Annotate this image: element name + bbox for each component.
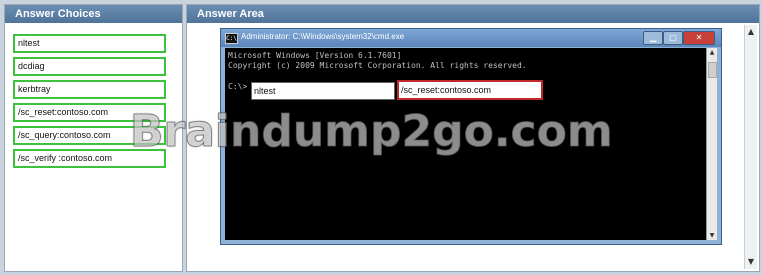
answer-area-header: Answer Area [187, 5, 759, 23]
maximize-icon[interactable]: □ [663, 31, 683, 45]
answer-choices-header: Answer Choices [5, 5, 182, 23]
watermark-text: Braindump2go.com [130, 106, 614, 158]
cmd-title-bar[interactable]: C:\ Administrator: C:\Windows\system32\c… [221, 29, 721, 47]
cmd-scroll-thumb[interactable] [708, 62, 717, 78]
choice-nltest[interactable]: nltest [13, 34, 166, 53]
cmd-title-text: Administrator: C:\Windows\system32\cmd.e… [241, 32, 405, 41]
drop-target-command[interactable]: nltest [251, 82, 395, 100]
close-icon[interactable]: ✕ [683, 31, 715, 45]
cmd-icon: C:\ [225, 33, 238, 44]
drop-target-parameter[interactable]: /sc_reset:contoso.com [397, 80, 543, 100]
console-version-line: Microsoft Windows [Version 6.1.7601] [228, 51, 402, 60]
cmd-scroll-up-icon[interactable]: ▲ [707, 48, 717, 57]
answer-area-scrollbar[interactable]: ▲ ▼ [744, 25, 757, 269]
console-copyright-line: Copyright (c) 2009 Microsoft Corporation… [228, 61, 527, 70]
choice-kerbtray[interactable]: kerbtray [13, 80, 166, 99]
scroll-up-icon[interactable]: ▲ [746, 27, 756, 37]
console-prompt: C:\> [228, 82, 248, 91]
choice-dcdiag[interactable]: dcdiag [13, 57, 166, 76]
scroll-down-icon[interactable]: ▼ [746, 257, 756, 267]
cmd-scroll-down-icon[interactable]: ▼ [707, 231, 717, 240]
minimize-icon[interactable]: ▁ [643, 31, 663, 45]
cmd-scrollbar[interactable]: ▲ ▼ [706, 48, 717, 240]
